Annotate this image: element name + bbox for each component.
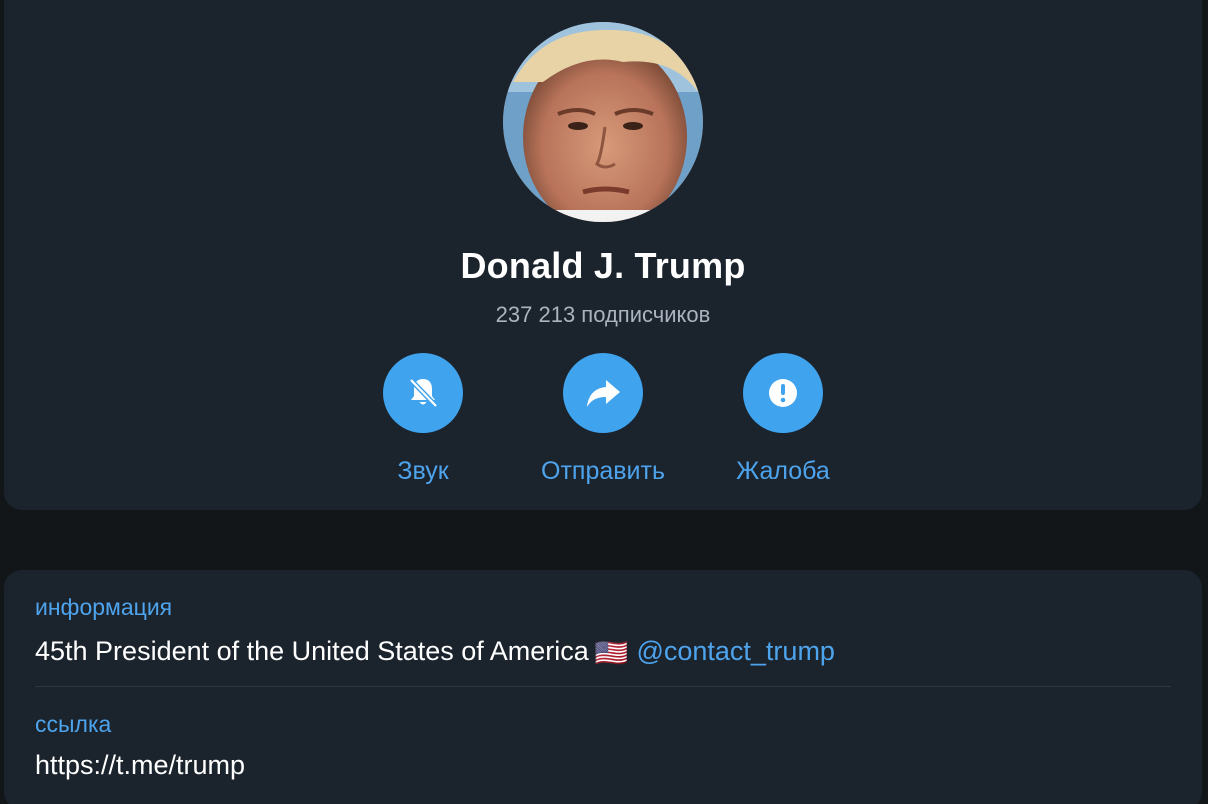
subscriber-count: 237 213 подписчиков — [495, 302, 711, 327]
sound-button[interactable]: Звук — [333, 353, 513, 486]
share-button-circle[interactable] — [563, 353, 643, 433]
exclamation-icon — [769, 379, 797, 407]
contact-mention-link[interactable]: @contact_trump — [636, 636, 835, 666]
avatar-image — [503, 22, 703, 222]
profile-card: Donald J. Trump 237 213 подписчиков Звук… — [4, 0, 1202, 510]
channel-link[interactable]: https://t.me/trump — [35, 750, 245, 781]
share-button[interactable]: Отправить — [513, 353, 693, 486]
us-flag-icon: 🇺🇸 — [594, 638, 629, 668]
sound-button-label: Звук — [397, 457, 449, 485]
share-arrow-icon — [587, 380, 620, 407]
avatar[interactable] — [503, 22, 703, 222]
link-label: ссылка — [35, 711, 112, 737]
sound-button-circle[interactable] — [383, 353, 463, 433]
info-description: 45th President of the United States of A… — [35, 636, 589, 666]
info-label: информация — [35, 594, 173, 620]
bell-muted-icon — [409, 378, 438, 408]
section-divider — [35, 686, 1171, 687]
profile-name: Donald J. Trump — [460, 245, 746, 286]
channel-profile-page: Donald J. Trump 237 213 подписчиков Звук… — [0, 0, 1208, 804]
share-button-label: Отправить — [541, 457, 665, 485]
info-card: информация 45th President of the United … — [4, 570, 1202, 804]
report-button-circle[interactable] — [743, 353, 823, 433]
info-text-row: 45th President of the United States of A… — [35, 636, 835, 669]
report-button-label: Жалоба — [736, 457, 830, 485]
report-button[interactable]: Жалоба — [693, 353, 873, 486]
